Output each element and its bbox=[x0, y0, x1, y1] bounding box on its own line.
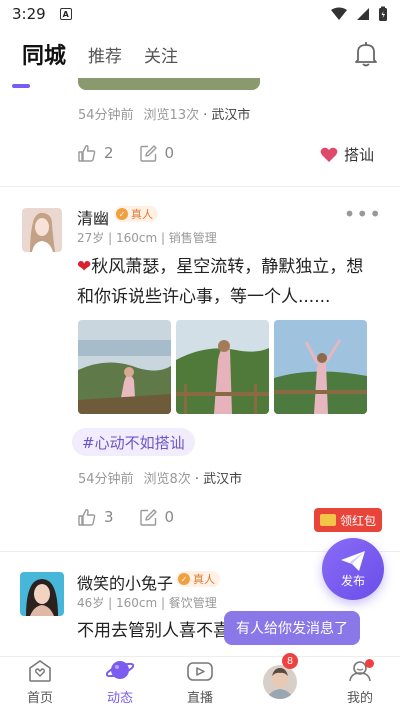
view-count: 浏览8次 bbox=[143, 472, 191, 487]
paper-plane-icon bbox=[341, 550, 365, 571]
nav-me[interactable]: 我的 bbox=[320, 657, 400, 712]
like-button[interactable]: 3 bbox=[78, 508, 114, 526]
avatar[interactable] bbox=[20, 572, 64, 616]
post-meta: 54分钟前 浏览8次 · 武汉市 bbox=[78, 468, 242, 487]
time-ago: 54分钟前 bbox=[78, 108, 134, 123]
thumbs-up-icon bbox=[78, 145, 96, 162]
verified-label: 真人 bbox=[193, 573, 215, 586]
notification-dot bbox=[365, 659, 374, 668]
photo-image bbox=[78, 320, 171, 414]
red-packet-label: 领红包 bbox=[339, 513, 376, 528]
comment-button[interactable]: 0 bbox=[139, 144, 175, 162]
previous-post-image[interactable] bbox=[78, 78, 260, 90]
tab-nearby[interactable]: 同城 bbox=[22, 38, 66, 70]
status-time: 3:29 bbox=[12, 5, 46, 23]
chat-up-button[interactable]: 搭讪 bbox=[320, 144, 374, 165]
comment-button[interactable]: 0 bbox=[139, 508, 175, 526]
tab-following[interactable]: 关注 bbox=[144, 42, 178, 67]
nav-label: 首页 bbox=[26, 691, 53, 706]
profile-info: 46岁 | 160cm | 餐饮管理 bbox=[77, 596, 217, 610]
battery-icon bbox=[379, 6, 387, 21]
edit-icon bbox=[139, 508, 157, 526]
nav-home[interactable]: 首页 bbox=[0, 657, 80, 712]
post-actions: 3 0 bbox=[78, 508, 200, 526]
post-photo[interactable] bbox=[78, 320, 171, 414]
top-tabs: 同城 推荐 关注 bbox=[0, 30, 400, 88]
post-text: 不用去管别人喜不喜 bbox=[77, 621, 230, 641]
edit-icon bbox=[139, 144, 157, 162]
view-count: 浏览13次 bbox=[143, 108, 200, 123]
nav-live[interactable]: 直播 bbox=[160, 657, 240, 712]
comment-count: 0 bbox=[164, 144, 175, 162]
post-content: ❤秋风萧瑟，星空流转，静默独立，想和你诉说些许心事，等一个人...... bbox=[77, 252, 377, 312]
publish-label: 发布 bbox=[340, 573, 365, 588]
signal-icon bbox=[357, 8, 369, 20]
verified-real-badge: ✓ 真人 bbox=[176, 571, 220, 587]
like-count: 3 bbox=[104, 508, 114, 526]
app-notification-icon: A bbox=[59, 8, 72, 20]
tab-recommend[interactable]: 推荐 bbox=[88, 42, 122, 67]
video-icon bbox=[187, 662, 213, 681]
previous-post-meta: 54分钟前 浏览13次 · 武汉市 bbox=[78, 104, 250, 123]
city-label: 武汉市 bbox=[203, 472, 243, 487]
photo-image bbox=[176, 320, 269, 414]
avatar[interactable] bbox=[22, 208, 62, 252]
nav-messages-avatar[interactable]: 8 bbox=[240, 653, 320, 712]
post-photo[interactable] bbox=[176, 320, 269, 414]
post-text: 秋风萧瑟，星空流转，静默独立，想和你诉说些许心事，等一个人...... bbox=[77, 257, 364, 307]
like-count: 2 bbox=[104, 144, 114, 162]
heart-emoji: ❤ bbox=[77, 257, 92, 277]
city-separator: · bbox=[194, 472, 199, 487]
nav-label: 我的 bbox=[346, 691, 373, 706]
status-bar: 3:29 A bbox=[0, 0, 400, 28]
nav-label: 直播 bbox=[186, 691, 213, 706]
notification-bell-icon[interactable] bbox=[354, 41, 378, 67]
city-separator: · bbox=[203, 108, 208, 123]
heart-icon bbox=[320, 147, 338, 162]
check-icon: ✓ bbox=[178, 573, 190, 585]
profile-info: 27岁 | 160cm | 销售管理 bbox=[77, 231, 217, 245]
previous-post-actions: 2 0 bbox=[78, 144, 200, 162]
red-envelope-icon bbox=[319, 514, 336, 526]
publish-button[interactable]: 发布 bbox=[322, 538, 384, 600]
nav-moments[interactable]: 动态 bbox=[80, 657, 160, 712]
home-icon bbox=[29, 660, 51, 682]
wifi-icon bbox=[331, 7, 347, 20]
thumbs-up-icon bbox=[78, 509, 96, 526]
check-icon: ✓ bbox=[116, 208, 128, 220]
chat-up-label: 搭讪 bbox=[343, 146, 374, 164]
comment-count: 0 bbox=[164, 508, 175, 526]
verified-real-badge: ✓ 真人 bbox=[114, 206, 158, 222]
planet-icon bbox=[106, 661, 134, 679]
topic-tag[interactable]: #心动不如搭讪 bbox=[72, 428, 195, 456]
avatar-image bbox=[20, 572, 64, 616]
username[interactable]: 清幽 bbox=[77, 205, 109, 229]
post-photo[interactable] bbox=[274, 320, 367, 414]
time-ago: 54分钟前 bbox=[78, 472, 134, 487]
post-divider bbox=[0, 186, 400, 187]
nav-label: 动态 bbox=[106, 691, 133, 706]
like-button[interactable]: 2 bbox=[78, 144, 114, 162]
message-toast[interactable]: 有人给你发消息了 bbox=[224, 611, 360, 645]
avatar-image bbox=[22, 208, 62, 252]
red-packet-button[interactable]: 领红包 bbox=[314, 508, 382, 532]
photo-image bbox=[274, 320, 367, 414]
verified-label: 真人 bbox=[131, 208, 153, 221]
city-label: 武汉市 bbox=[211, 108, 251, 123]
username[interactable]: 微笑的小兔子 bbox=[77, 570, 173, 594]
bottom-nav: 首页 动态 直播 8 我的 bbox=[0, 653, 400, 712]
unread-badge: 8 bbox=[282, 653, 298, 669]
user-avatar-icon bbox=[263, 665, 297, 699]
more-options-icon[interactable]: ••• bbox=[344, 202, 382, 226]
